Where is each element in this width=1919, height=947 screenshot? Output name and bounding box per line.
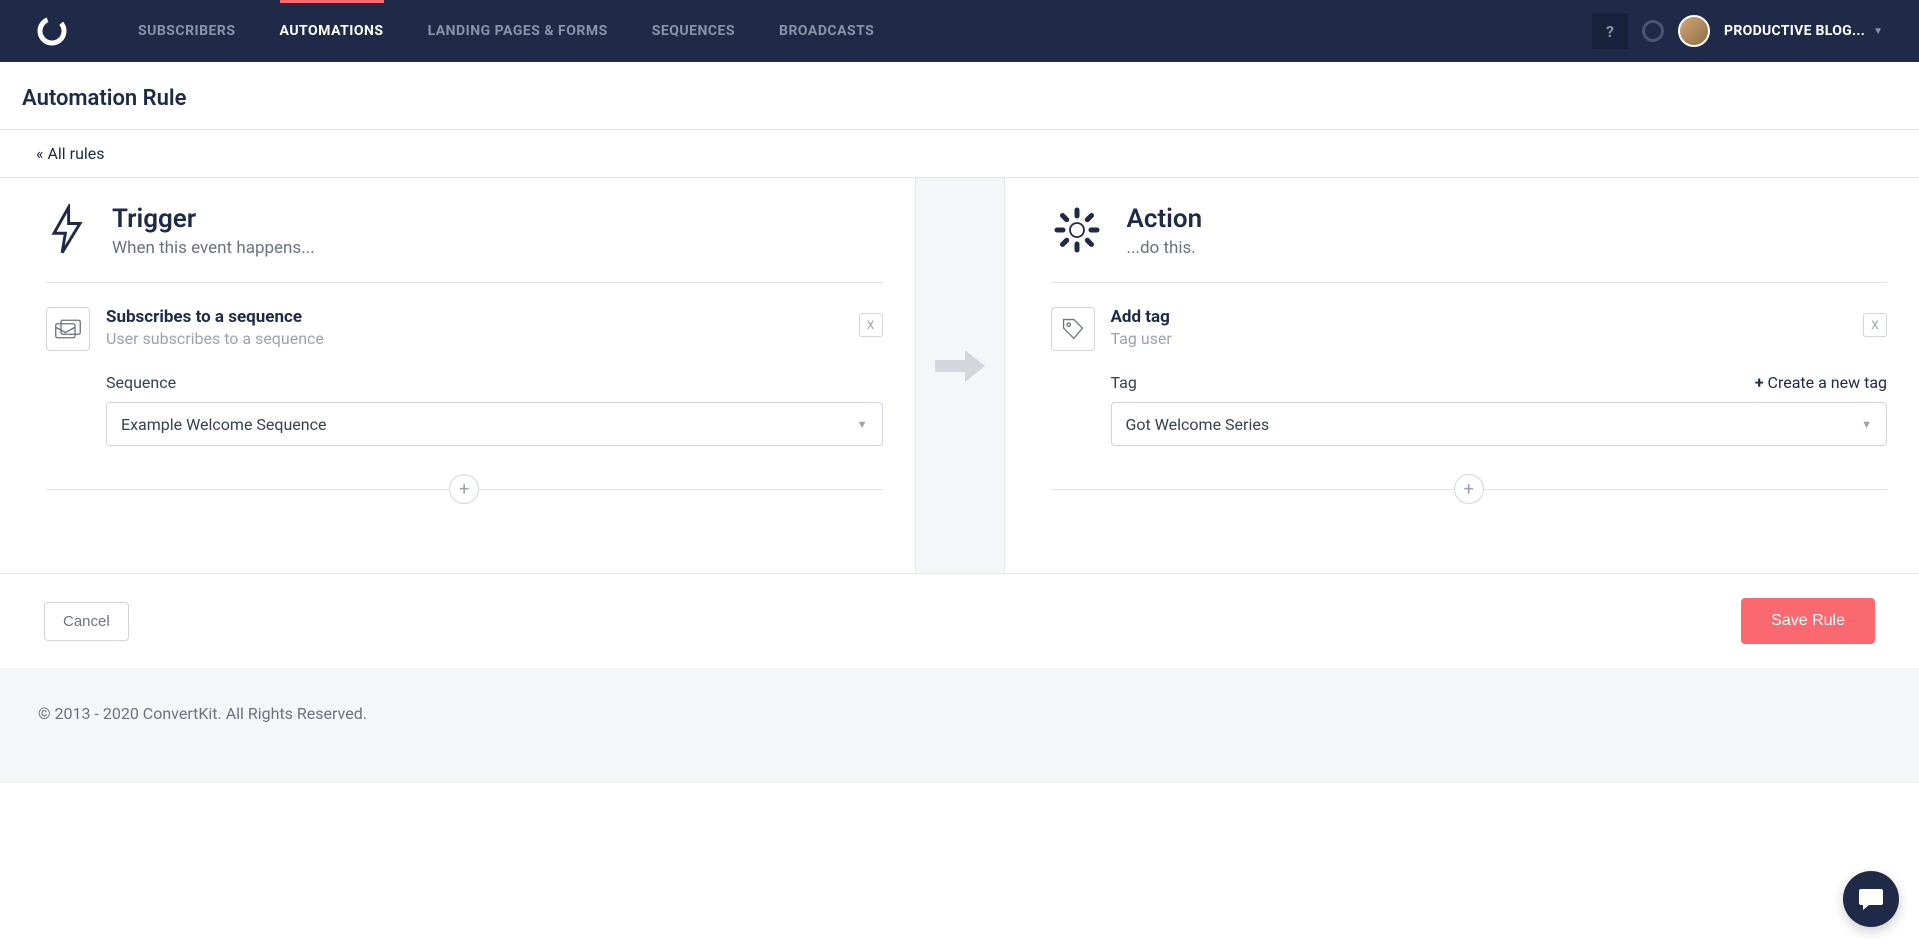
- action-title: Action: [1127, 204, 1203, 234]
- trigger-title: Trigger: [112, 204, 315, 234]
- gear-icon: [1051, 204, 1103, 256]
- cancel-button[interactable]: Cancel: [44, 602, 129, 641]
- add-action-row: +: [1051, 474, 1888, 504]
- logo-icon[interactable]: [36, 15, 68, 47]
- caret-down-icon: ▼: [1861, 418, 1872, 431]
- nav-sequences[interactable]: SEQUENCES: [652, 23, 735, 39]
- chat-icon: [1857, 885, 1885, 913]
- create-tag-link[interactable]: + Create a new tag: [1755, 373, 1887, 392]
- sequence-select-value: Example Welcome Sequence: [121, 415, 326, 434]
- action-card-title: Add tag: [1111, 307, 1888, 327]
- remove-action-button[interactable]: X: [1863, 313, 1887, 337]
- caret-down-icon: ▼: [857, 418, 868, 431]
- page-title: Automation Rule: [22, 86, 1897, 111]
- remove-trigger-button[interactable]: X: [859, 313, 883, 337]
- trigger-subtitle: When this event happens...: [112, 238, 315, 258]
- lightning-icon: [46, 204, 88, 256]
- trigger-panel: Trigger When this event happens... Subsc…: [0, 178, 915, 573]
- avatar[interactable]: [1678, 15, 1710, 47]
- create-tag-label: Create a new tag: [1768, 373, 1887, 392]
- tag-icon: [1051, 307, 1095, 351]
- breadcrumb-all-rules[interactable]: « All rules: [36, 144, 105, 163]
- sequence-field-label: Sequence: [106, 373, 176, 392]
- nav-automations[interactable]: AUTOMATIONS: [280, 23, 384, 39]
- sequence-icon: [46, 307, 90, 351]
- trigger-header: Trigger When this event happens...: [46, 204, 883, 283]
- site-footer: © 2013 - 2020 ConvertKit. All Rights Res…: [0, 668, 1919, 783]
- trigger-card-subtitle: User subscribes to a sequence: [106, 329, 883, 348]
- nav-broadcasts[interactable]: BROADCASTS: [779, 23, 874, 39]
- copyright-text: © 2013 - 2020 ConvertKit. All Rights Res…: [38, 704, 367, 723]
- chevron-down-icon[interactable]: ▼: [1873, 26, 1883, 37]
- arrow-right-icon: [935, 348, 985, 384]
- username-label[interactable]: PRODUCTIVE BLOG...: [1724, 23, 1865, 39]
- add-trigger-button[interactable]: +: [449, 474, 479, 504]
- spinner-icon: [1642, 20, 1664, 42]
- action-panel: Action ...do this. Add tag Tag user X Ta…: [1005, 178, 1919, 573]
- top-nav: SUBSCRIBERS AUTOMATIONS LANDING PAGES & …: [0, 0, 1919, 62]
- trigger-card: Subscribes to a sequence User subscribes…: [46, 307, 883, 446]
- add-action-button[interactable]: +: [1454, 474, 1484, 504]
- nav-items: SUBSCRIBERS AUTOMATIONS LANDING PAGES & …: [138, 23, 874, 39]
- footer-actions: Cancel Save Rule: [0, 573, 1919, 668]
- nav-subscribers[interactable]: SUBSCRIBERS: [138, 23, 236, 39]
- breadcrumb-bar: « All rules: [0, 130, 1919, 178]
- nav-right: ? PRODUCTIVE BLOG... ▼: [1592, 13, 1883, 49]
- action-card: Add tag Tag user X Tag + Create a new ta…: [1051, 307, 1888, 446]
- action-subtitle: ...do this.: [1127, 238, 1203, 258]
- tag-select-value: Got Welcome Series: [1126, 415, 1270, 434]
- action-header: Action ...do this.: [1051, 204, 1888, 283]
- tag-field-label: Tag: [1111, 373, 1137, 392]
- action-card-subtitle: Tag user: [1111, 329, 1888, 348]
- tag-select[interactable]: Got Welcome Series ▼: [1111, 402, 1888, 446]
- nav-landing-pages[interactable]: LANDING PAGES & FORMS: [428, 23, 608, 39]
- trigger-card-title: Subscribes to a sequence: [106, 307, 883, 327]
- main-area: Trigger When this event happens... Subsc…: [0, 178, 1919, 573]
- sequence-select[interactable]: Example Welcome Sequence ▼: [106, 402, 883, 446]
- help-button[interactable]: ?: [1592, 13, 1628, 49]
- plus-icon: +: [1755, 373, 1764, 392]
- add-trigger-row: +: [46, 474, 883, 504]
- chat-widget-button[interactable]: [1843, 871, 1899, 927]
- page-header: Automation Rule: [0, 62, 1919, 130]
- divider-column: [915, 178, 1005, 573]
- save-rule-button[interactable]: Save Rule: [1741, 598, 1875, 644]
